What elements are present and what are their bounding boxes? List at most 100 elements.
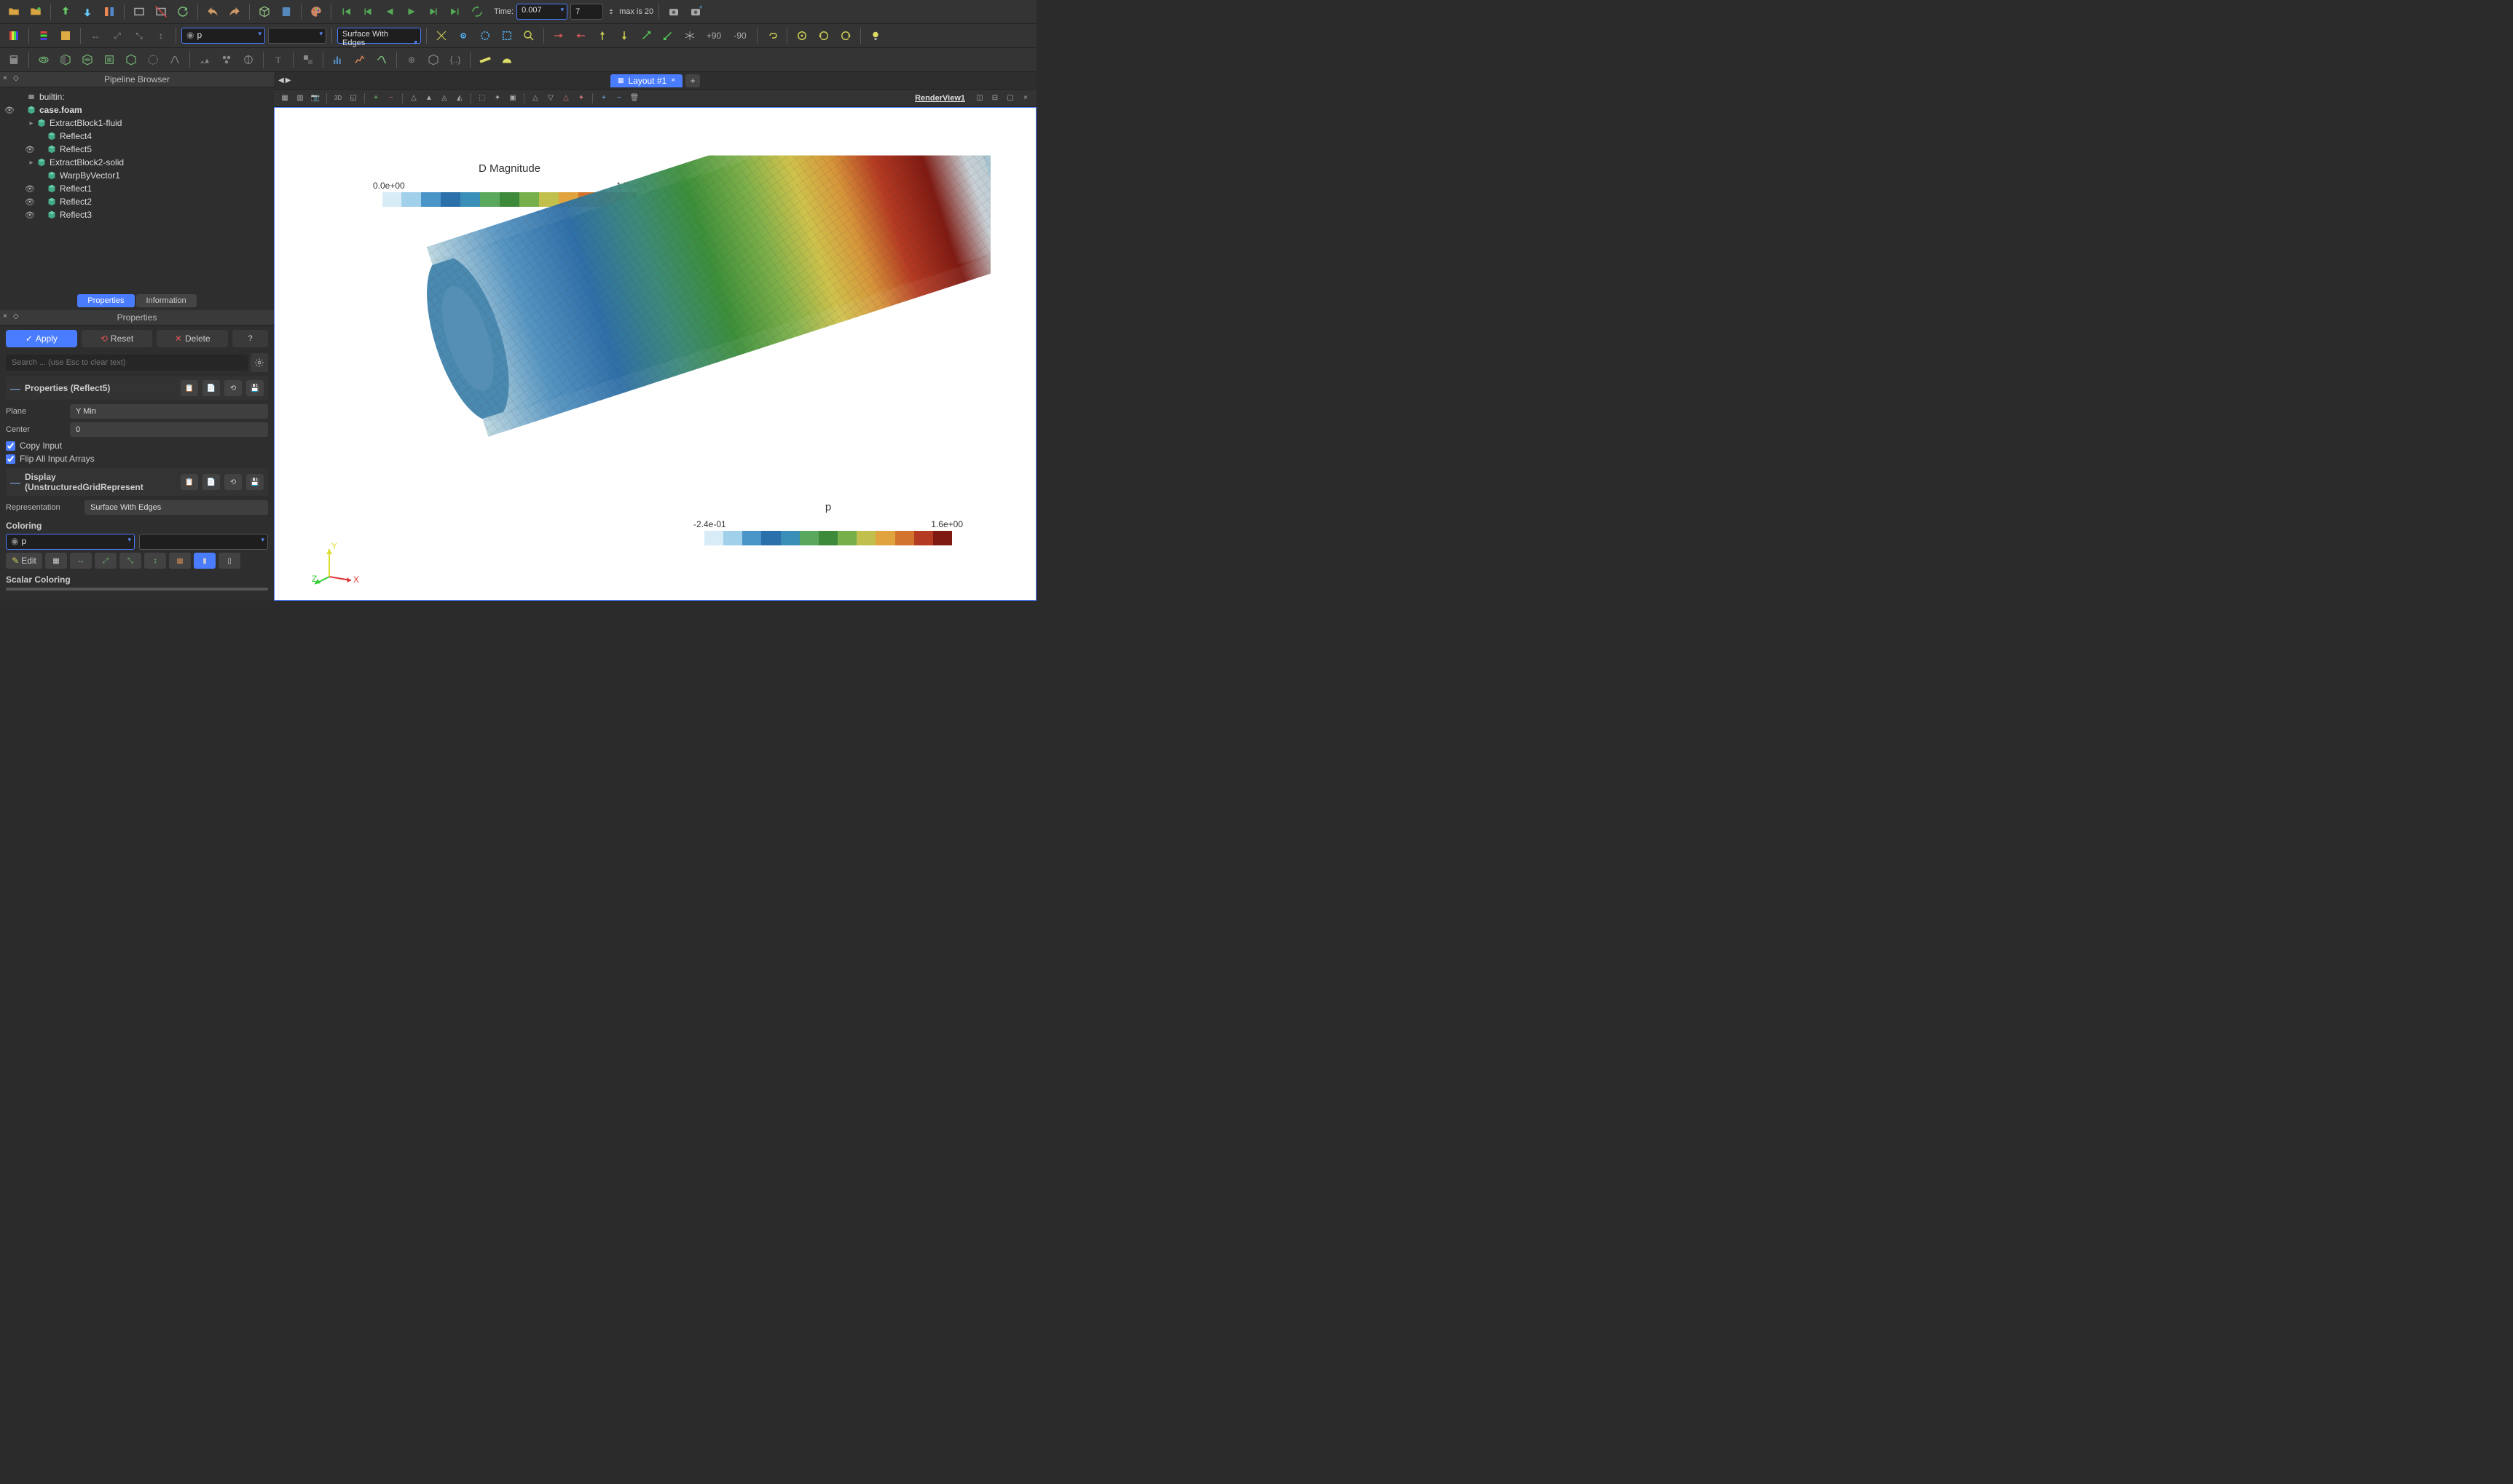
glyph-button[interactable] xyxy=(143,50,162,69)
flip-arrays-checkbox[interactable]: Flip All Input Arrays xyxy=(6,454,268,464)
rotate-cw-button[interactable] xyxy=(793,26,811,45)
group-button[interactable] xyxy=(217,50,236,69)
last-frame-button[interactable] xyxy=(446,2,465,21)
screenshot-all-button[interactable]: + xyxy=(686,2,705,21)
edit-color-button[interactable] xyxy=(56,26,75,45)
pick-center-button[interactable] xyxy=(476,26,495,45)
select-tri4-icon[interactable]: ✦ xyxy=(575,92,588,105)
section-display[interactable]: — Display (UnstructuredGridRepresent 📋 📄… xyxy=(6,468,268,496)
frame-stepper[interactable] xyxy=(606,2,616,21)
render-view[interactable]: D Magnitude 0.0e+001.7e-04 p -2.4e-011.6… xyxy=(274,107,1037,601)
axis-plus-z-button[interactable] xyxy=(637,26,656,45)
axis-minus-x-button[interactable] xyxy=(571,26,590,45)
palette-button[interactable] xyxy=(307,2,326,21)
tree-item[interactable]: 👁 case.foam xyxy=(0,103,274,117)
layout-prev-icon[interactable]: ◀ xyxy=(278,76,284,84)
close-view-icon[interactable]: × xyxy=(1019,92,1032,105)
select-tri2-icon[interactable]: ▽ xyxy=(544,92,557,105)
tree-root[interactable]: builtin: xyxy=(0,90,274,103)
frame-field[interactable] xyxy=(570,4,603,20)
disconnect-button[interactable] xyxy=(152,2,170,21)
tab-properties[interactable]: Properties xyxy=(77,294,134,307)
copy-input-checkbox[interactable]: Copy Input xyxy=(6,441,268,451)
rotate-ccw-button[interactable] xyxy=(814,26,833,45)
tree-item[interactable]: WarpByVector1 xyxy=(0,169,274,182)
properties-pin-icon[interactable]: ◇ xyxy=(13,312,19,320)
select-surface-icon[interactable]: △ xyxy=(407,92,420,105)
tree-item[interactable]: 👁 Reflect5 xyxy=(0,143,274,156)
contour-button[interactable] xyxy=(34,50,53,69)
tree-item[interactable]: Reflect4 xyxy=(0,130,274,143)
screenshot-button[interactable] xyxy=(664,2,683,21)
select-tri3-icon[interactable]: △ xyxy=(559,92,573,105)
tree-item[interactable]: 👁 Reflect2 xyxy=(0,195,274,208)
calculator-button[interactable] xyxy=(4,50,23,69)
first-frame-button[interactable] xyxy=(337,2,355,21)
open-button[interactable] xyxy=(4,2,23,21)
point-deselect-icon[interactable]: − xyxy=(385,92,398,105)
play-button[interactable] xyxy=(402,2,421,21)
center-field[interactable] xyxy=(70,422,268,437)
slice-button[interactable] xyxy=(78,50,97,69)
tree-item[interactable]: ▸ ExtractBlock2-solid xyxy=(0,156,274,169)
cube-button[interactable] xyxy=(255,2,274,21)
reset-button[interactable] xyxy=(498,26,516,45)
color-array-selector[interactable]: ◉p xyxy=(6,534,135,550)
visibility-icon[interactable]: 👁 xyxy=(23,145,36,154)
rescale-range-button[interactable]: ↔ xyxy=(70,553,92,569)
rescale-button[interactable]: ↔ xyxy=(86,26,105,45)
undo-button[interactable] xyxy=(203,2,222,21)
rotate-minus-90-button[interactable]: -90 xyxy=(728,26,752,45)
recent-button[interactable] xyxy=(26,2,45,21)
pipeline-pin-icon[interactable]: ◇ xyxy=(13,74,19,82)
select-points-icon[interactable]: ▲ xyxy=(422,92,436,105)
copy-props-button[interactable]: 📋 xyxy=(181,380,198,396)
rescale-custom-range-button[interactable]: ⤢ xyxy=(95,553,117,569)
tree-item[interactable]: ▸ ExtractBlock1-fluid xyxy=(0,117,274,130)
hover-cells-icon[interactable]: ▣ xyxy=(506,92,519,105)
color-legend-button[interactable]: ▮ xyxy=(194,553,216,569)
scalar-bar-button[interactable] xyxy=(34,26,53,45)
text-button[interactable]: T xyxy=(269,50,288,69)
use-separate-button[interactable]: ▦ xyxy=(169,553,191,569)
3d-icon[interactable]: 3D xyxy=(331,92,345,105)
representation-selector[interactable]: Surface With Edges xyxy=(337,28,421,44)
paste-display-button[interactable]: 📄 xyxy=(202,474,220,490)
copy-display-button[interactable]: 📋 xyxy=(181,474,198,490)
split-v-icon[interactable]: ⊟ xyxy=(988,92,1002,105)
save-props-button[interactable]: 💾 xyxy=(246,380,264,396)
view-cube-icon[interactable]: ◱ xyxy=(347,92,360,105)
properties-close-icon[interactable]: × xyxy=(3,312,7,320)
layout-tab[interactable]: ▦ Layout #1 × xyxy=(610,74,683,87)
interactive-select-icon[interactable]: ✦ xyxy=(491,92,504,105)
threshold-button[interactable] xyxy=(100,50,119,69)
stream-tracer-button[interactable] xyxy=(165,50,184,69)
restore-props-button[interactable]: ⟲ xyxy=(224,380,242,396)
zoom-to-data-button[interactable] xyxy=(519,26,538,45)
histogram-button[interactable] xyxy=(329,50,347,69)
axis-plus-x-button[interactable] xyxy=(549,26,568,45)
clip-button[interactable] xyxy=(56,50,75,69)
select-cells-icon[interactable]: ◬ xyxy=(438,92,451,105)
histogram-view-icon[interactable]: ▥ xyxy=(294,92,307,105)
select-block-icon[interactable]: ⬚ xyxy=(476,92,489,105)
settings-button[interactable] xyxy=(251,353,268,372)
pipeline-close-icon[interactable]: × xyxy=(3,74,7,82)
reflect-button[interactable] xyxy=(239,50,258,69)
reload-button[interactable] xyxy=(173,2,192,21)
layout-next-icon[interactable]: ▶ xyxy=(286,76,291,84)
catalyst-button[interactable] xyxy=(100,2,119,21)
probe-button[interactable]: ⊕ xyxy=(402,50,421,69)
edit-color-button[interactable]: ✎Edit xyxy=(6,553,42,569)
save-display-button[interactable]: 💾 xyxy=(246,474,264,490)
show-scalar-bar-button[interactable]: ▦ xyxy=(45,553,67,569)
color-component-selector[interactable] xyxy=(139,534,268,550)
redo-button[interactable] xyxy=(225,2,244,21)
load-state-button[interactable] xyxy=(78,2,97,21)
color-opacity-button[interactable]: ▯ xyxy=(219,553,240,569)
search-input[interactable] xyxy=(6,355,248,371)
plot-over-line-button[interactable] xyxy=(372,50,391,69)
representation-field[interactable] xyxy=(84,500,268,515)
rotate-cw2-button[interactable] xyxy=(836,26,855,45)
select-frustum-icon[interactable]: ◭ xyxy=(453,92,466,105)
